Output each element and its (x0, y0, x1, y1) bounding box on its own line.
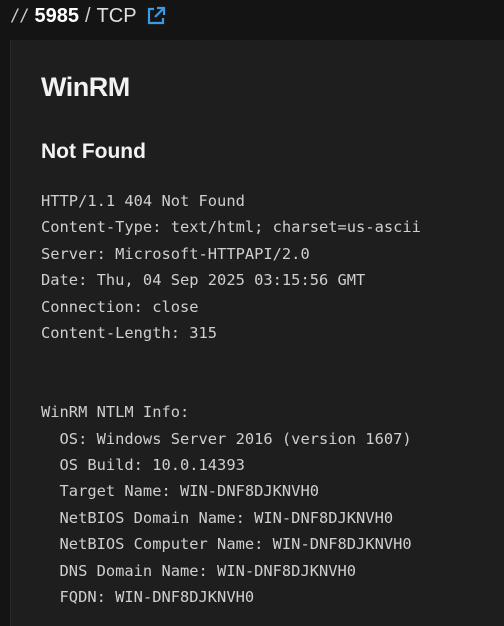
banner-line: NetBIOS Computer Name: WIN-DNF8DJKNVH0 (41, 535, 412, 554)
protocol-label: TCP (96, 4, 137, 27)
comment-prefix: // (10, 6, 30, 26)
banner-line: Connection: close (41, 297, 199, 316)
response-status-title: Not Found (41, 140, 146, 163)
banner-line: Target Name: WIN-DNF8DJKNVH0 (41, 482, 319, 501)
external-link-icon[interactable] (145, 5, 167, 27)
port-number: 5985 (34, 4, 79, 27)
banner-line: DNS Domain Name: WIN-DNF8DJKNVH0 (41, 561, 357, 580)
banner-line: Content-Type: text/html; charset=us-asci… (41, 218, 421, 237)
banner-line: FQDN: WIN-DNF8DJKNVH0 (41, 588, 255, 607)
service-name: WinRM (41, 72, 130, 102)
banner-line: Date: Thu, 04 Sep 2025 03:15:56 GMT (41, 271, 366, 290)
port-separator: / (84, 4, 91, 27)
service-card: WinRM Not Found HTTP/1.1 404 Not Found C… (10, 40, 504, 626)
banner-line: WinRM NTLM Info: (41, 403, 190, 422)
banner-line: HTTP/1.1 404 Not Found (41, 192, 245, 210)
port-header: // 5985 / TCP (10, 2, 167, 30)
banner-line: OS Build: 10.0.14393 (41, 456, 245, 475)
banner-line: Server: Microsoft-HTTPAPI/2.0 (41, 244, 310, 263)
banner-line: NetBIOS Domain Name: WIN-DNF8DJKNVH0 (41, 508, 394, 527)
banner-line: OS: Windows Server 2016 (version 1607) (41, 429, 412, 448)
service-banner: HTTP/1.1 404 Not Found Content-Type: tex… (41, 188, 421, 611)
banner-line: Content-Length: 315 (41, 324, 218, 343)
